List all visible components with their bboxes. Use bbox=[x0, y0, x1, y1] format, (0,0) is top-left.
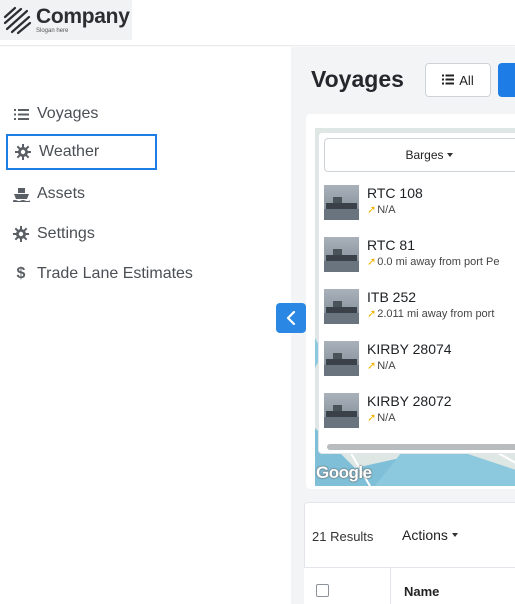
vessel-status: N/A bbox=[377, 359, 396, 372]
results-count: 21 Results bbox=[312, 529, 374, 544]
vessel-name: RTC 108 bbox=[367, 185, 423, 201]
location-arrow-icon: ➚ bbox=[367, 204, 377, 216]
vessel-name: KIRBY 28072 bbox=[367, 393, 452, 409]
primary-action-button[interactable] bbox=[498, 63, 515, 97]
logo-slogan: Slogan here bbox=[36, 28, 69, 34]
list-item[interactable]: RTC 81 ➚ 0.0 mi away from port Pe bbox=[324, 234, 515, 274]
vessel-name: ITB 252 bbox=[367, 289, 417, 305]
logo-name: Company bbox=[36, 5, 130, 28]
collapse-sidebar-button[interactable] bbox=[276, 303, 306, 333]
vessel-status: 0.0 mi away from port Pe bbox=[377, 255, 500, 268]
sidebar-item-trade-lane-estimates[interactable]: $ Trade Lane Estimates bbox=[6, 256, 226, 292]
top-bar: Company Slogan here bbox=[0, 0, 515, 46]
company-logo[interactable]: Company Slogan here bbox=[0, 0, 132, 40]
list-icon bbox=[442, 73, 455, 88]
gear-icon bbox=[14, 143, 32, 161]
dollar-icon: $ bbox=[16, 265, 26, 282]
list-item[interactable]: KIRBY 28072 ➚ N/A bbox=[324, 390, 515, 430]
column-header-name[interactable]: Name bbox=[404, 584, 439, 599]
vessel-thumbnail bbox=[324, 185, 359, 220]
vessel-thumbnail bbox=[324, 341, 359, 376]
ship-icon bbox=[12, 185, 30, 203]
select-all-checkbox[interactable] bbox=[316, 584, 329, 597]
vessel-thumbnail bbox=[324, 393, 359, 428]
location-arrow-icon: ➚ bbox=[367, 360, 377, 372]
page-title: Voyages bbox=[311, 66, 404, 92]
list-item[interactable]: RTC 108 ➚ N/A bbox=[324, 182, 515, 222]
all-button[interactable]: All bbox=[425, 63, 491, 97]
sidebar-item-label: Assets bbox=[37, 185, 86, 202]
actions-dropdown-label: Actions bbox=[402, 527, 448, 543]
location-arrow-icon: ➚ bbox=[367, 412, 377, 424]
caret-down-icon bbox=[451, 533, 458, 537]
barges-dropdown[interactable]: Barges bbox=[324, 138, 515, 172]
sidebar-item-weather[interactable]: Weather bbox=[6, 134, 157, 170]
table-header: Name bbox=[304, 567, 515, 604]
list-icon bbox=[12, 105, 30, 123]
column-divider bbox=[390, 568, 391, 604]
all-button-label: All bbox=[459, 72, 474, 88]
location-arrow-icon: ➚ bbox=[367, 256, 377, 268]
vessel-name: KIRBY 28074 bbox=[367, 341, 452, 357]
vessel-name: RTC 81 bbox=[367, 237, 415, 253]
sidebar-item-label: Weather bbox=[39, 143, 100, 160]
gear-icon bbox=[12, 225, 30, 243]
sidebar-item-label: Voyages bbox=[37, 105, 99, 122]
sidebar-item-settings[interactable]: Settings bbox=[6, 216, 157, 252]
barges-dropdown-label: Barges bbox=[405, 148, 444, 162]
sidebar-item-label: Trade Lane Estimates bbox=[37, 265, 193, 282]
vessel-status: N/A bbox=[377, 203, 396, 216]
caret-down-icon bbox=[446, 153, 453, 157]
list-item[interactable]: KIRBY 28074 ➚ N/A bbox=[324, 338, 515, 378]
sidebar-item-label: Settings bbox=[37, 225, 95, 242]
sidebar-item-voyages[interactable]: Voyages bbox=[6, 96, 157, 132]
chevron-left-icon bbox=[286, 311, 296, 325]
horizontal-scrollbar[interactable] bbox=[327, 444, 515, 450]
vessel-status: N/A bbox=[377, 411, 396, 424]
logo-mark-icon bbox=[3, 6, 32, 35]
location-arrow-icon: ➚ bbox=[367, 308, 377, 320]
sidebar-item-assets[interactable]: Assets bbox=[6, 176, 157, 212]
vessel-list: Barges RTC 108 ➚ N/A RTC 81 ➚ 0.0 mi away … bbox=[318, 132, 515, 454]
actions-dropdown[interactable]: Actions bbox=[402, 527, 458, 543]
vessel-status: 2.011 mi away from port bbox=[377, 307, 495, 320]
vessel-thumbnail bbox=[324, 289, 359, 324]
map-attribution: Google bbox=[316, 463, 372, 482]
vessel-thumbnail bbox=[324, 237, 359, 272]
list-item[interactable]: ITB 252 ➚ 2.011 mi away from port bbox=[324, 286, 515, 326]
